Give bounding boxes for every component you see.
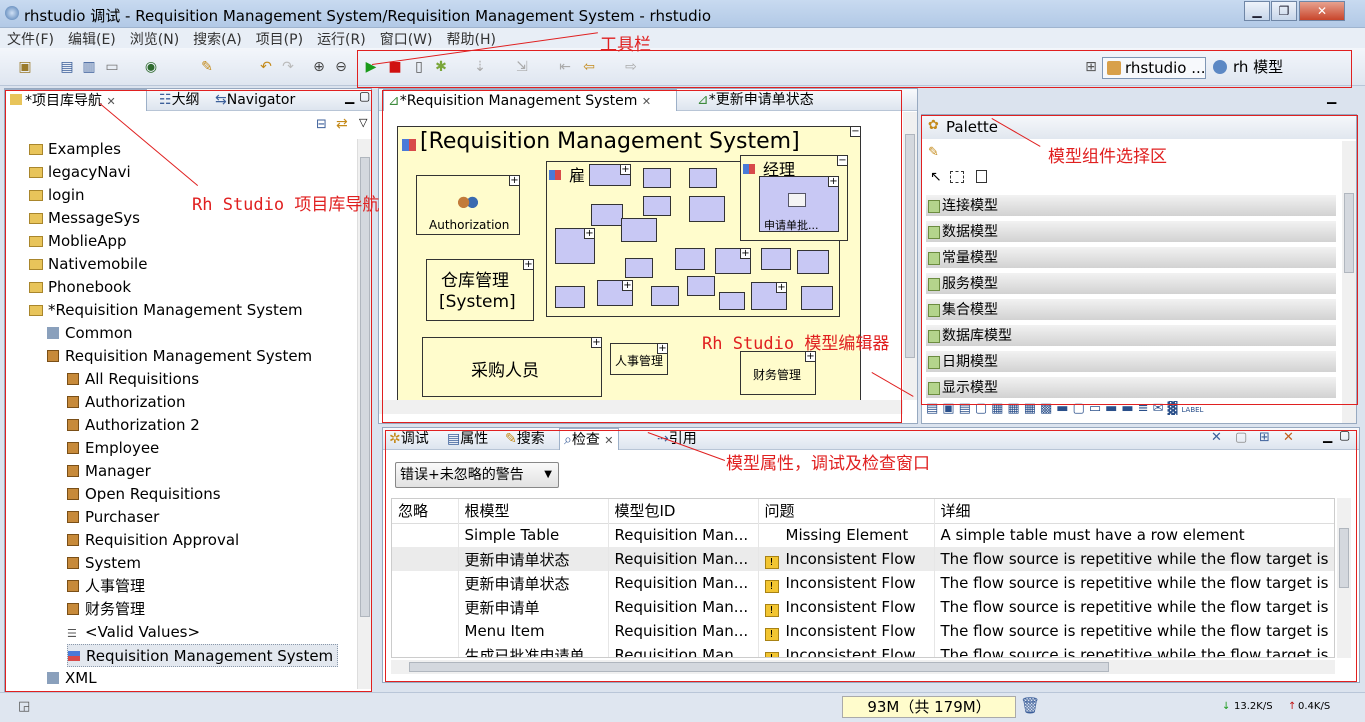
menu-search[interactable]: 搜索(A) bbox=[186, 28, 249, 50]
annotation-toolbar: 工具栏 bbox=[600, 35, 651, 55]
net-down: 13.2K/S bbox=[1234, 701, 1273, 712]
menu-window[interactable]: 窗口(W) bbox=[373, 28, 440, 50]
menu-edit[interactable]: 编辑(E) bbox=[61, 28, 123, 50]
search-icon[interactable]: ◉ bbox=[142, 58, 160, 76]
menu-project[interactable]: 项目(P) bbox=[249, 28, 310, 50]
annotation-palette: 模型组件选择区 bbox=[1048, 147, 1167, 167]
menu-bar: 文件(F) 编辑(E) 浏览(N) 搜索(A) 项目(P) 运行(R) 窗口(W) 帮助(H) bbox=[0, 28, 1365, 48]
net-up: 0.4K/S bbox=[1298, 701, 1331, 712]
menu-run[interactable]: 运行(R) bbox=[310, 28, 373, 50]
editor-vscrollbar[interactable] bbox=[903, 112, 917, 400]
status-bar: ◲ 93M（共 179M） 🗑 ↓ 13.2K/S ↑ 0.4K/S bbox=[0, 692, 1365, 722]
memory-indicator[interactable]: 93M（共 179M） bbox=[842, 696, 1016, 718]
toolbar-highlight bbox=[357, 50, 1352, 88]
app-icon bbox=[5, 6, 19, 20]
pencil-icon[interactable]: ✎ bbox=[198, 58, 216, 76]
redo-icon[interactable]: ↷ bbox=[279, 58, 297, 76]
print-icon[interactable]: ▭ bbox=[103, 58, 121, 76]
menu-file[interactable]: 文件(F) bbox=[0, 28, 61, 50]
navigator-highlight bbox=[5, 90, 372, 692]
net-up-arrow-icon: ↑ bbox=[1288, 701, 1297, 712]
annotation-navigator: Rh Studio 项目库导航 bbox=[192, 195, 380, 215]
zoom-in-icon[interactable]: ⊕ bbox=[310, 58, 328, 76]
net-down-arrow-icon: ↓ bbox=[1222, 701, 1231, 712]
save-all-icon[interactable]: ▥ bbox=[80, 58, 98, 76]
window-title: rhstudio 调试 - Requisition Management Sys… bbox=[24, 7, 712, 25]
menu-navigate[interactable]: 浏览(N) bbox=[123, 28, 186, 50]
close-button[interactable]: ✕ bbox=[1299, 1, 1345, 21]
save-icon[interactable]: ▤ bbox=[58, 58, 76, 76]
new-icon[interactable]: ▣ bbox=[16, 58, 34, 76]
minimize-view-icon[interactable]: ▁ bbox=[1327, 90, 1336, 104]
maximize-button[interactable]: ❐ bbox=[1271, 1, 1297, 21]
trash-icon[interactable]: 🗑 bbox=[1020, 696, 1040, 715]
minimize-button[interactable]: ▁ bbox=[1244, 1, 1270, 21]
scroll-thumb[interactable] bbox=[905, 134, 915, 358]
zoom-out-icon[interactable]: ⊖ bbox=[332, 58, 350, 76]
title-bar: rhstudio 调试 - Requisition Management Sys… bbox=[0, 0, 1365, 28]
editor-highlight bbox=[382, 90, 902, 423]
undo-icon[interactable]: ↶ bbox=[257, 58, 275, 76]
annotation-editor: Rh Studio 模型编辑器 bbox=[702, 334, 890, 354]
fast-view-icon[interactable]: ◲ bbox=[18, 699, 30, 714]
annotation-bottom: 模型属性，调试及检查窗口 bbox=[726, 454, 930, 474]
